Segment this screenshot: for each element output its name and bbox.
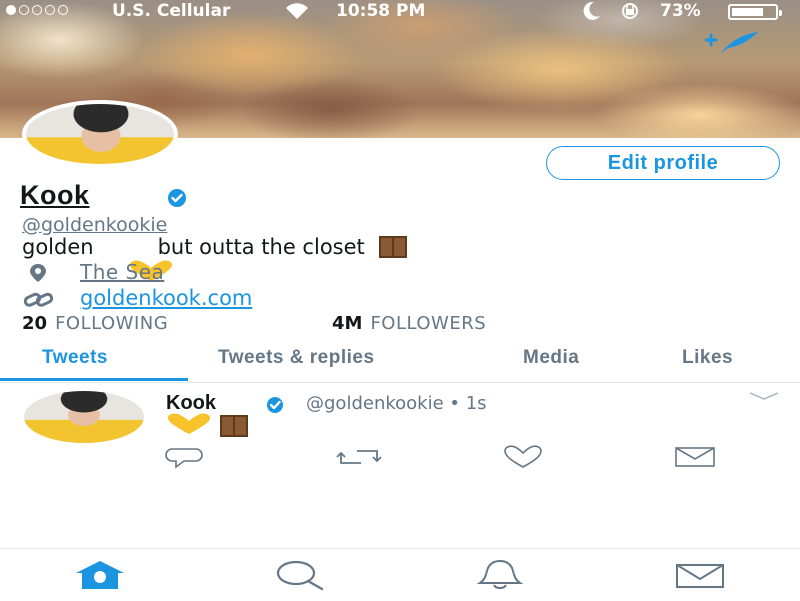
following-stat[interactable]: 20 FOLLOWING (22, 313, 168, 334)
tweet[interactable]: Kook @goldenkookie • 1s (0, 383, 800, 483)
profile-handle: @goldenkookie (22, 214, 168, 236)
signal-strength-icon (6, 5, 68, 15)
bio-text-start: golden (22, 235, 94, 259)
tab-tweets[interactable]: Tweets (42, 347, 108, 369)
tweet-avatar[interactable] (24, 391, 144, 443)
profile-tabs: Tweets Tweets & replies Media Likes (0, 338, 800, 383)
reply-icon[interactable] (164, 445, 204, 473)
followers-count: 4M (332, 313, 363, 334)
status-time: 10:58 PM (336, 1, 426, 21)
carrier-name: U.S. Cellular (112, 1, 231, 21)
home-icon[interactable] (72, 559, 128, 595)
bio-text-rest: but outta the closet (157, 235, 365, 259)
battery-percent: 73% (660, 1, 701, 21)
bottom-navigation (0, 548, 800, 601)
moon-icon (582, 0, 602, 27)
yellow-heart-icon (166, 413, 212, 439)
battery-icon (728, 4, 782, 20)
profile-name: Kook (20, 180, 90, 210)
tweet-content (166, 413, 248, 439)
door-icon (220, 415, 248, 437)
edit-profile-button[interactable]: Edit profile (546, 146, 780, 180)
verified-badge-icon (262, 396, 288, 414)
rotation-lock-icon (616, 2, 644, 25)
notifications-icon[interactable] (474, 559, 526, 595)
status-bar: U.S. Cellular 10:58 PM 73% (0, 0, 800, 24)
tweet-author-name: Kook (166, 392, 216, 414)
followers-stat[interactable]: 4M FOLLOWERS (332, 313, 486, 334)
active-tab-indicator (0, 378, 188, 381)
compose-quill-icon[interactable] (702, 28, 762, 58)
profile-bio: golden but outta the closet (22, 235, 407, 281)
retweet-icon[interactable] (335, 445, 383, 473)
yellow-heart-icon (102, 236, 173, 281)
tweet-actions (0, 445, 800, 471)
profile-location: The Sea (80, 260, 165, 284)
messages-icon[interactable] (674, 559, 726, 595)
following-label: FOLLOWING (55, 313, 169, 334)
followers-label: FOLLOWERS (370, 313, 487, 334)
direct-message-icon[interactable] (674, 445, 716, 473)
location-pin-icon (28, 263, 48, 287)
tab-tweets-and-replies[interactable]: Tweets & replies (218, 347, 375, 369)
tab-likes[interactable]: Likes (682, 347, 733, 369)
door-icon (378, 236, 407, 258)
verified-badge-icon (166, 188, 188, 208)
tab-media[interactable]: Media (523, 347, 579, 369)
chevron-down-icon[interactable] (748, 387, 780, 400)
wifi-icon (284, 2, 310, 25)
search-icon[interactable] (274, 559, 326, 595)
profile-avatar[interactable] (22, 100, 178, 168)
profile-website-link[interactable]: goldenkook.com (80, 286, 252, 310)
link-icon (22, 290, 56, 314)
like-heart-icon[interactable] (502, 445, 544, 473)
following-count: 20 (22, 313, 48, 334)
tweet-handle-time: @goldenkookie • 1s (306, 393, 487, 414)
